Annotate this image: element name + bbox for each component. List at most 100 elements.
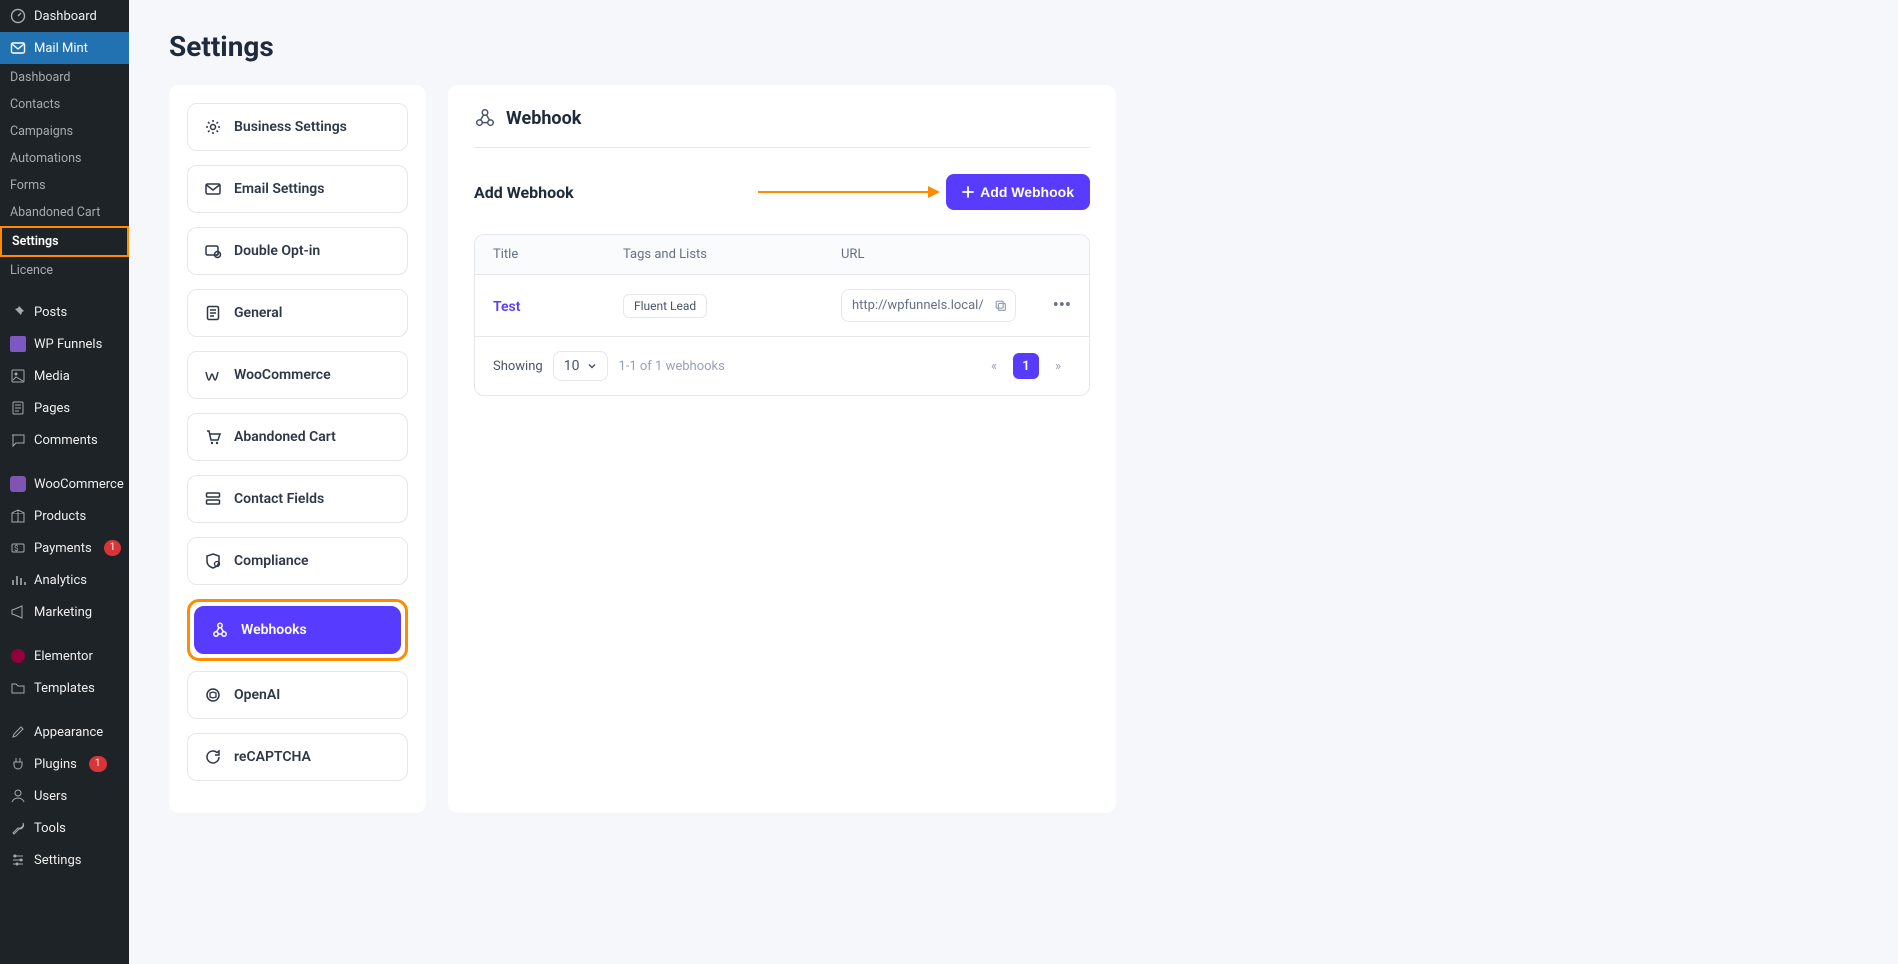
nav-item-label: Webhooks: [241, 622, 307, 638]
page-title: Settings: [169, 30, 1858, 63]
sidebar-subitem-abandoned-cart[interactable]: Abandoned Cart: [0, 199, 129, 226]
copy-icon[interactable]: [994, 299, 1008, 313]
sidebar-item-products[interactable]: Products: [0, 500, 129, 532]
card-icon: $: [10, 540, 26, 556]
showing-label: Showing: [493, 359, 543, 374]
nav-item-label: WooCommerce: [234, 367, 331, 383]
sidebar-item-appearance[interactable]: Appearance: [0, 716, 129, 748]
webhook-icon: [211, 621, 229, 639]
bars-icon: [10, 572, 26, 588]
per-page-value: 10: [564, 358, 580, 374]
sidebar-item-elementor[interactable]: Elementor: [0, 640, 129, 672]
sidebar-item-comments[interactable]: Comments: [0, 424, 129, 456]
nav-item-label: Compliance: [234, 553, 309, 569]
sidebar-item-media[interactable]: Media: [0, 360, 129, 392]
sidebar-item-marketing[interactable]: Marketing: [0, 596, 129, 628]
pager-page-1[interactable]: 1: [1013, 353, 1039, 379]
settings-nav-openai[interactable]: OpenAI: [187, 671, 408, 719]
sidebar-item-label: Marketing: [34, 605, 92, 620]
media-icon: [10, 368, 26, 384]
pagination: « 1 »: [981, 353, 1071, 379]
sidebar-item-users[interactable]: Users: [0, 780, 129, 812]
badge: 1: [104, 540, 122, 556]
sidebar-subitem-settings[interactable]: Settings: [0, 226, 129, 257]
pager-next[interactable]: »: [1045, 353, 1071, 379]
brush-icon: [10, 724, 26, 740]
nav-item-label: OpenAI: [234, 687, 280, 703]
sidebar-item-templates[interactable]: Templates: [0, 672, 129, 704]
recaptcha-icon: [204, 748, 222, 766]
shield-icon: [204, 552, 222, 570]
sidebar-item-label: Comments: [34, 433, 98, 448]
sidebar-subitem-campaigns[interactable]: Campaigns: [0, 118, 129, 145]
sidebar-item-label: Users: [34, 789, 67, 804]
settings-nav-double-opt-in[interactable]: Double Opt-in: [187, 227, 408, 275]
user-icon: [10, 788, 26, 804]
sidebar-item-label: Media: [34, 369, 70, 384]
sidebar-subitem-automations[interactable]: Automations: [0, 145, 129, 172]
settings-nav-contact-fields[interactable]: Contact Fields: [187, 475, 408, 523]
sub-title: Add Webhook: [474, 183, 574, 202]
table-header: Title Tags and Lists URL: [475, 235, 1089, 275]
wpf-icon: [10, 336, 26, 352]
row-actions-menu[interactable]: •••: [1053, 295, 1071, 316]
sidebar-subitem-contacts[interactable]: Contacts: [0, 91, 129, 118]
sidebar-item-label: WooCommerce: [34, 477, 124, 492]
sidebar-item-dashboard[interactable]: Dashboard: [0, 0, 129, 32]
sidebar-item-woocommerce[interactable]: WooCommerce: [0, 468, 129, 500]
settings-nav-recaptcha[interactable]: reCAPTCHA: [187, 733, 408, 781]
sidebar-item-label: Appearance: [34, 725, 103, 740]
sidebar-subitem-dashboard[interactable]: Dashboard: [0, 64, 129, 91]
sidebar-item-label: WP Funnels: [34, 337, 102, 352]
sidebar-item-label: Mail Mint: [34, 41, 88, 56]
nav-item-label: General: [234, 305, 282, 321]
sidebar-item-settings[interactable]: Settings: [0, 844, 129, 876]
panel-title: Webhook: [506, 108, 581, 129]
page-icon: [10, 400, 26, 416]
nav-item-label: Business Settings: [234, 119, 347, 135]
sidebar-subitem-licence[interactable]: Licence: [0, 257, 129, 284]
optin-icon: [204, 242, 222, 260]
settings-nav-card: Business Settings Email Settings Double Op…: [169, 85, 426, 813]
cart-icon: [204, 428, 222, 446]
sidebar-item-label: Settings: [34, 853, 81, 868]
sidebar-item-tools[interactable]: Tools: [0, 812, 129, 844]
col-header-tags: Tags and Lists: [623, 247, 841, 262]
sidebar-item-mailmint[interactable]: Mail Mint: [0, 32, 129, 64]
elementor-icon: [10, 648, 26, 664]
chevron-down-icon: [587, 361, 597, 371]
wrench-icon: [10, 820, 26, 836]
nav-item-label: reCAPTCHA: [234, 749, 311, 765]
sidebar-subitem-forms[interactable]: Forms: [0, 172, 129, 199]
fields-icon: [204, 490, 222, 508]
settings-nav-email-settings[interactable]: Email Settings: [187, 165, 408, 213]
woo-icon: [10, 476, 26, 492]
box-icon: [10, 508, 26, 524]
sidebar-item-analytics[interactable]: Analytics: [0, 564, 129, 596]
nav-item-label: Contact Fields: [234, 491, 324, 507]
sidebar-item-pages[interactable]: Pages: [0, 392, 129, 424]
settings-nav-business-settings[interactable]: Business Settings: [187, 103, 408, 151]
sidebar-item-label: Plugins: [34, 757, 77, 772]
settings-nav-compliance[interactable]: Compliance: [187, 537, 408, 585]
gear-icon: [204, 118, 222, 136]
sidebar-item-posts[interactable]: Posts: [0, 296, 129, 328]
gauge-icon: [10, 8, 26, 24]
mail-icon: [10, 40, 26, 56]
sidebar-item-label: Analytics: [34, 573, 87, 588]
sidebar-item-plugins[interactable]: Plugins1: [0, 748, 129, 780]
settings-nav-woocommerce[interactable]: WooCommerce: [187, 351, 408, 399]
sidebar-item-label: Tools: [34, 821, 66, 836]
settings-nav-webhooks[interactable]: Webhooks: [194, 606, 401, 654]
settings-nav-general[interactable]: General: [187, 289, 408, 337]
table-footer: Showing 10 1-1 of 1 webhooks « 1 »: [475, 337, 1089, 395]
add-webhook-button[interactable]: Add Webhook: [946, 174, 1090, 210]
sidebar-item-wp-funnels[interactable]: WP Funnels: [0, 328, 129, 360]
settings-nav-abandoned-cart[interactable]: Abandoned Cart: [187, 413, 408, 461]
row-title-link[interactable]: Test: [493, 299, 520, 315]
panel-header: Webhook: [474, 107, 1090, 148]
pager-prev[interactable]: «: [981, 353, 1007, 379]
per-page-select[interactable]: 10: [553, 351, 609, 381]
doc-icon: [204, 304, 222, 322]
sidebar-item-payments[interactable]: $Payments1: [0, 532, 129, 564]
